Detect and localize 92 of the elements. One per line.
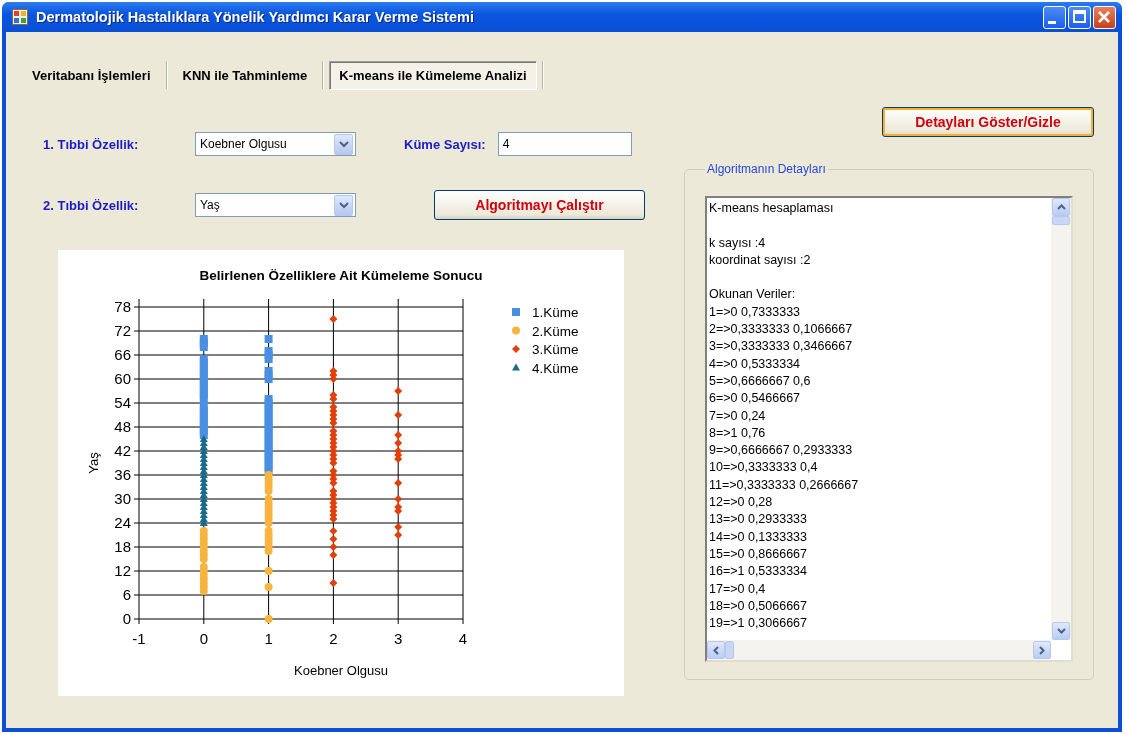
axis-tick-label: 78 xyxy=(114,298,131,315)
text-line: 6=>0 0,5466667 xyxy=(709,390,802,408)
text-line: koordinat sayısı :2 xyxy=(709,251,812,269)
field-label: 1. Tıbbi Özellik: xyxy=(43,136,140,152)
chart-title: Belirlenen Özelliklere Ait Kümeleme Sonucu xyxy=(199,268,483,283)
scroll-left-button[interactable] xyxy=(707,641,725,659)
text-line: k sayısı :4 xyxy=(709,234,767,252)
text-line: 16=>1 0,5333334 xyxy=(709,563,809,581)
x-axis-title: Koebner Olgusu xyxy=(294,663,388,678)
axis-tick-label: 54 xyxy=(114,394,131,411)
axis-tick-label: 0 xyxy=(199,630,208,647)
chevron-left-icon xyxy=(713,645,719,655)
maximize-button[interactable] xyxy=(1068,5,1091,29)
data-point xyxy=(329,315,338,323)
chevron-down-icon xyxy=(338,201,349,209)
axis-tick-label: 0 xyxy=(122,610,131,627)
tab[interactable]: Veritabanı İşlemleri xyxy=(22,60,161,90)
data-point xyxy=(394,479,403,487)
text-line: 2=>0,3333333 0,1066667 xyxy=(709,321,854,339)
dropdown[interactable]: Koebner Olgusu xyxy=(195,132,356,156)
tab[interactable]: K-means ile Kümeleme Analizi xyxy=(329,60,537,90)
window-title: Dermatolojik Hastalıklara Yönelik Yardımcı Karar Verme Sistemi xyxy=(36,9,475,25)
data-point xyxy=(329,579,338,587)
text-line: 18=>0 0,5066667 xyxy=(709,597,809,615)
toggle-details-button[interactable]: Detayları Göster/Gizle xyxy=(882,107,1094,137)
text-line: 3=>0,3333333 0,3466667 xyxy=(709,338,854,356)
chevron-up-icon xyxy=(1056,204,1066,210)
text-line: 14=>0 0,1333333 xyxy=(709,528,809,546)
legend-label: 2.Küme xyxy=(532,323,579,339)
text-line: 12=>0 0,28 xyxy=(709,494,774,512)
text-area[interactable] xyxy=(705,196,1073,662)
text-line: 7=>0 0,24 xyxy=(709,407,767,425)
text-line: 10=>0,3333333 0,4 xyxy=(709,459,819,477)
scroll-down-button[interactable] xyxy=(1052,622,1070,640)
chevron-right-icon xyxy=(1039,645,1045,655)
scroll-thumb[interactable] xyxy=(1052,216,1070,225)
tab[interactable]: KNN ile Tahminleme xyxy=(172,60,318,90)
input-field[interactable]: 4 xyxy=(497,132,632,156)
horizontal-scrollbar[interactable] xyxy=(707,640,1051,660)
axis-tick-label: 60 xyxy=(114,370,131,387)
minimize-icon xyxy=(1048,20,1056,24)
close-button[interactable] xyxy=(1093,5,1116,29)
data-point xyxy=(394,387,403,395)
legend-label: 1.Küme xyxy=(532,305,579,320)
minimize-button[interactable] xyxy=(1043,5,1066,29)
field-label: Küme Sayısı: xyxy=(404,136,486,152)
text-line: 4=>0 0,5333334 xyxy=(709,355,802,373)
text-line: 19=>1 0,3066667 xyxy=(709,615,809,633)
axis-tick-label: 42 xyxy=(114,442,131,459)
field-label: 2. Tıbbi Özellik: xyxy=(43,197,140,213)
dropdown[interactable]: Yaş xyxy=(195,193,356,217)
scroll-thumb[interactable] xyxy=(725,641,734,659)
scroll-right-button[interactable] xyxy=(1033,641,1051,659)
text-line: 13=>0 0,2933333 xyxy=(709,511,809,529)
axis-tick-label: 24 xyxy=(114,514,131,531)
group-title: Algoritmanın Detayları xyxy=(706,162,827,176)
legend-label: 3.Küme xyxy=(532,342,579,357)
data-point xyxy=(264,335,273,343)
axis-tick-label: 12 xyxy=(114,562,131,579)
text-line: 11=>0,3333333 0,2666667 xyxy=(709,476,860,494)
axis-tick-label: 72 xyxy=(114,322,131,339)
axis-tick-label: 6 xyxy=(122,586,131,603)
vertical-scrollbar[interactable] xyxy=(1051,198,1071,640)
axis-tick-label: 18 xyxy=(114,538,131,555)
axis-tick-label: 1 xyxy=(264,630,273,647)
legend-label: 4.Küme xyxy=(532,360,579,376)
data-point xyxy=(394,411,403,419)
text-line: K-means hesaplaması xyxy=(709,200,835,217)
text-line: 15=>0 0,8666667 xyxy=(709,545,809,563)
y-axis-title: Yaş xyxy=(86,452,101,474)
axis-tick-label: 30 xyxy=(114,490,131,507)
axis-tick-label: 36 xyxy=(114,466,131,483)
axis-tick-label: 3 xyxy=(394,630,403,647)
axis-tick-label: 4 xyxy=(458,630,468,647)
scroll-up-button[interactable] xyxy=(1052,198,1070,216)
app-icon xyxy=(12,9,28,25)
chevron-down-icon xyxy=(1056,628,1066,634)
text-line: 9=>0,6666667 0,2933333 xyxy=(709,442,854,460)
data-point xyxy=(264,615,273,623)
chevron-down-icon xyxy=(338,140,349,148)
data-point xyxy=(264,583,273,591)
axis-tick-label: 66 xyxy=(114,346,131,363)
data-point xyxy=(264,567,273,575)
text-line: 8=>1 0,76 xyxy=(709,424,767,442)
axis-tick-label: 2 xyxy=(329,630,338,647)
text-line: 1=>0 0,7333333 xyxy=(709,303,802,321)
text-line: 5=>0,6666667 0,6 xyxy=(709,372,812,390)
run-button[interactable]: Algoritmayı Çalıştır xyxy=(434,190,645,220)
axis-tick-label: -1 xyxy=(132,630,146,647)
text-line: 17=>0 0,4 xyxy=(709,580,767,598)
axis-tick-label: 48 xyxy=(114,418,131,435)
text-line: Okunan Veriler: xyxy=(709,286,797,304)
